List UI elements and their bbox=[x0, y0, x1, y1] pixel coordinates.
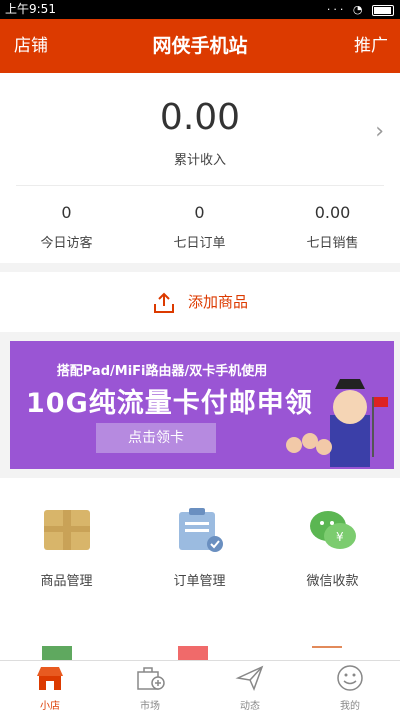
income-label: 累计收入 bbox=[173, 153, 226, 168]
grid-label: 订单管理 bbox=[173, 574, 226, 589]
banner-title: 10G纯流量卡付邮申领 bbox=[26, 388, 313, 419]
status-time: 上午9:51 bbox=[5, 2, 56, 16]
product-management-item[interactable]: 商品管理 bbox=[0, 508, 133, 589]
app-title: 网侠手机站 bbox=[152, 35, 248, 57]
promo-banner[interactable]: 搭配Pad/MiFi路由器/双卡手机使用 10G纯流量卡付邮申领 点击领卡 bbox=[10, 341, 394, 469]
stat-value: 0 bbox=[194, 203, 205, 222]
wifi-icon: ◔ bbox=[352, 3, 366, 16]
tab-label: 小店 bbox=[40, 701, 60, 712]
tab-label: 我的 bbox=[340, 701, 360, 712]
wechat-icon: ¥ bbox=[309, 511, 356, 549]
box-icon bbox=[43, 510, 90, 550]
chevron-right-icon[interactable]: › bbox=[375, 119, 384, 144]
svg-text:¥: ¥ bbox=[336, 530, 344, 544]
banner-subtitle: 搭配Pad/MiFi路由器/双卡手机使用 bbox=[56, 364, 268, 379]
bottom-tab-bar: 小店 市场 动态 我的 bbox=[0, 660, 400, 712]
income-card[interactable]: 0.00 累计收入 › 0 今日访客 0 七日订单 0.00 七日销售 bbox=[0, 73, 400, 263]
tab-market[interactable]: 市场 bbox=[100, 664, 200, 712]
divider bbox=[16, 185, 384, 186]
wechat-payment-item[interactable]: ¥ 微信收款 bbox=[266, 508, 399, 589]
stat-label: 七日销售 bbox=[306, 236, 359, 251]
tab-label: 动态 bbox=[240, 701, 260, 712]
tab-shop[interactable]: 小店 bbox=[0, 664, 100, 712]
coupon-icon[interactable] bbox=[178, 646, 208, 660]
tab-mine[interactable]: 我的 bbox=[300, 664, 400, 712]
tab-activity[interactable]: 动态 bbox=[200, 664, 300, 712]
stat-today-visitors[interactable]: 0 今日访客 bbox=[0, 203, 133, 251]
stat-value: 0.00 bbox=[314, 203, 351, 222]
document-icon[interactable] bbox=[312, 646, 342, 660]
status-bar: 上午9:51 ··· ◔ bbox=[0, 0, 400, 19]
shop-icon bbox=[37, 667, 63, 690]
upload-icon bbox=[153, 292, 174, 313]
tab-label: 市场 bbox=[140, 701, 160, 712]
smile-icon bbox=[337, 665, 363, 691]
stat-label: 今日访客 bbox=[40, 236, 93, 251]
app-header: 店铺 网侠手机站 推广 bbox=[0, 19, 400, 73]
market-icon bbox=[137, 667, 165, 690]
stat-week-sales[interactable]: 0.00 七日销售 bbox=[266, 203, 399, 251]
grid-label: 商品管理 bbox=[40, 574, 93, 589]
battery-icon bbox=[372, 4, 394, 16]
income-value: 0.00 bbox=[159, 97, 241, 138]
claim-card-button[interactable]: 点击领卡 bbox=[96, 423, 216, 453]
grid-label: 微信收款 bbox=[306, 574, 359, 589]
mascot-illustration bbox=[286, 379, 388, 467]
order-management-item[interactable]: 订单管理 bbox=[133, 508, 266, 589]
stat-label: 七日订单 bbox=[173, 236, 226, 251]
stat-week-orders[interactable]: 0 七日订单 bbox=[133, 203, 266, 251]
contact-card-icon[interactable] bbox=[42, 646, 72, 660]
signal-icon: ··· bbox=[326, 3, 347, 16]
order-icon bbox=[178, 508, 223, 552]
add-product-label: 添加商品 bbox=[187, 293, 248, 311]
feature-grid: 商品管理 订单管理 ¥ 微信收款 bbox=[0, 478, 400, 660]
add-product-button[interactable]: 添加商品 bbox=[0, 272, 400, 332]
send-icon bbox=[235, 665, 264, 692]
promote-button[interactable]: 推广 bbox=[354, 19, 388, 73]
stat-value: 0 bbox=[61, 203, 72, 222]
status-icons: ··· ◔ bbox=[327, 0, 394, 19]
